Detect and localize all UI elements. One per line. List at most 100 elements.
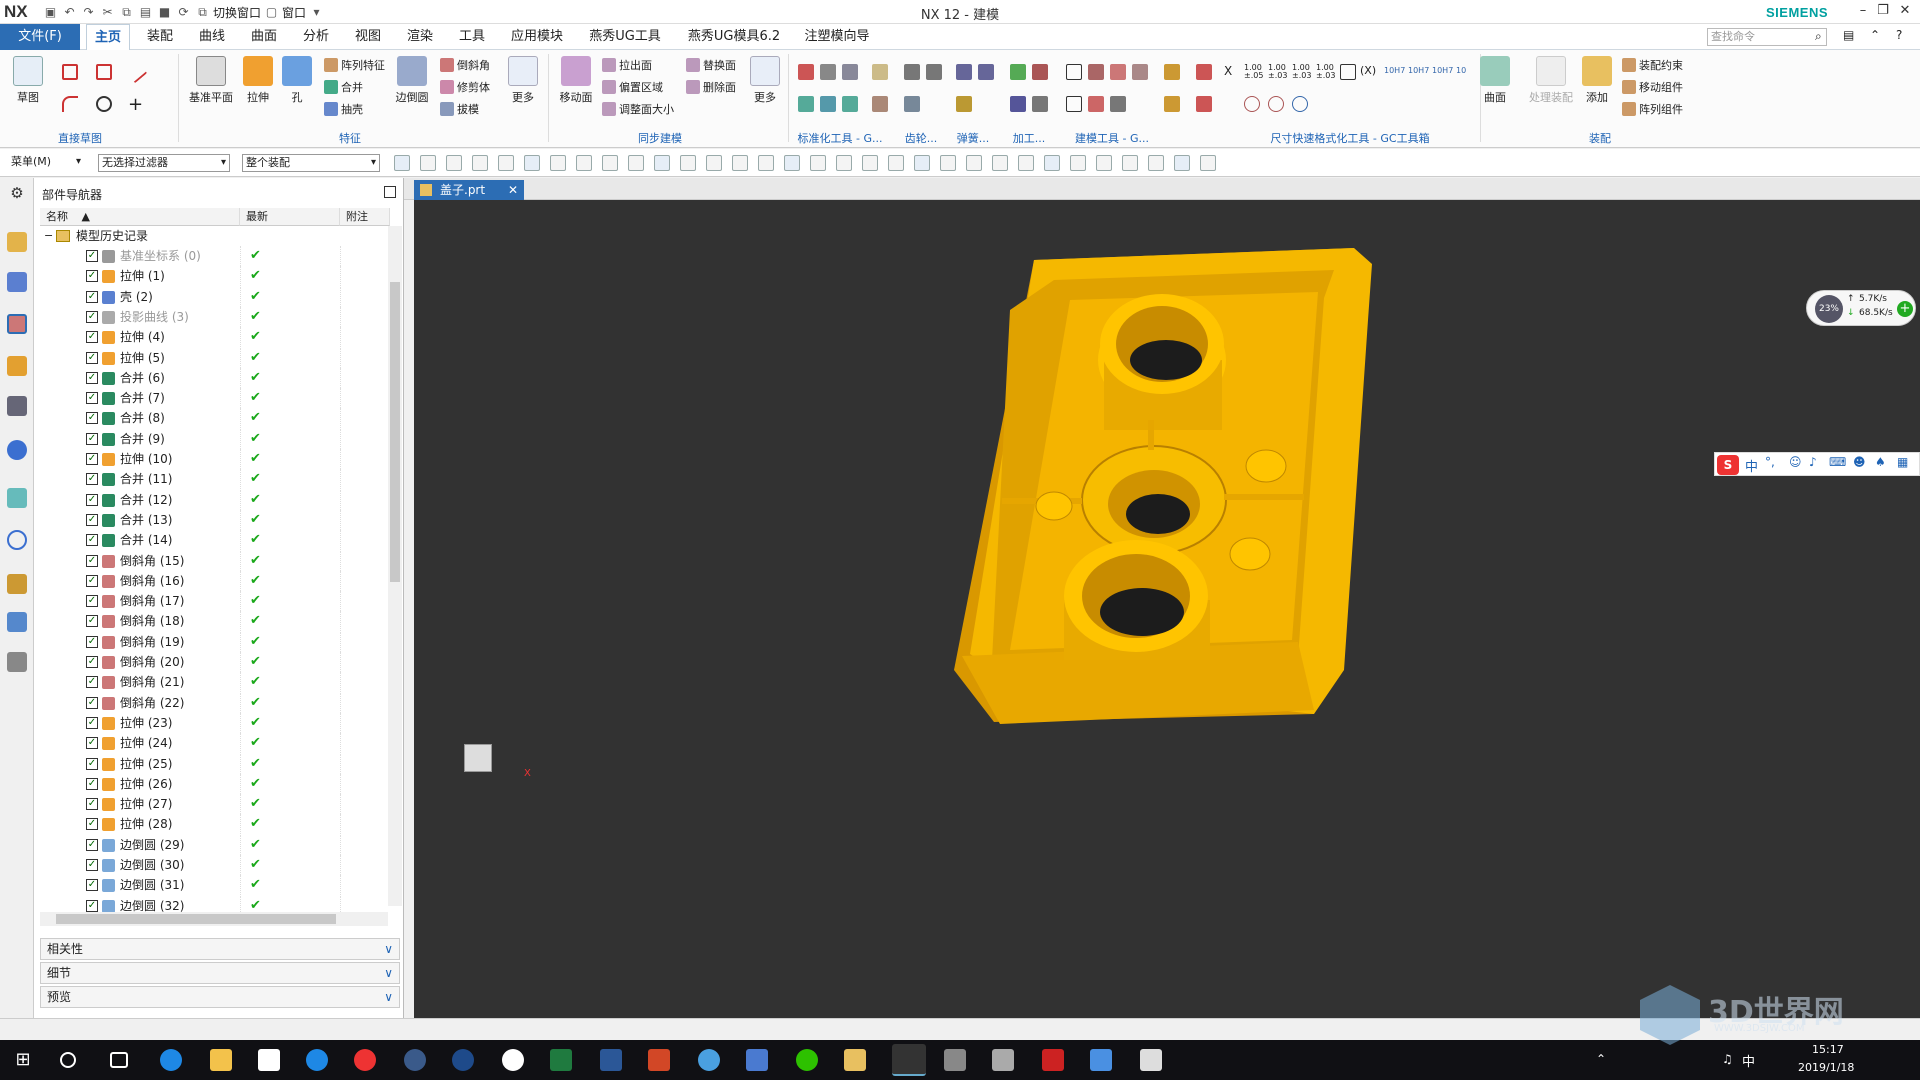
visibility-checkbox[interactable]: ✓ [86,331,98,344]
file-menu-button[interactable]: 文件(F) [0,24,80,50]
tree-row[interactable]: ✓ 投影曲线 (3) ✔ [40,306,396,327]
layer-icon[interactable] [1096,155,1112,171]
assembly-navigator-icon[interactable] [7,232,27,252]
visibility-checkbox[interactable]: ✓ [86,554,98,567]
visibility-checkbox[interactable]: ✓ [86,777,98,790]
fit-tolerance-button[interactable]: 10H7 [1384,66,1405,75]
std-tool-icon[interactable] [842,64,858,80]
assy-icon[interactable] [1174,155,1190,171]
sketch-button[interactable]: 草图 [8,56,48,105]
rotate-icon[interactable] [1018,155,1034,171]
app-icon[interactable] [992,1049,1014,1071]
modeling-tool-icon[interactable] [1088,64,1104,80]
fit-tolerance-button[interactable]: 10H7 [1432,66,1453,75]
document-tab[interactable]: 盖子.prt ✕ [414,180,524,200]
shaded-edges-icon[interactable] [602,155,618,171]
grid-icon[interactable] [966,155,982,171]
snap-curve-icon[interactable] [732,155,748,171]
visibility-checkbox[interactable]: ✓ [86,310,98,323]
edge-blend-button[interactable]: 边倒圆 [392,56,432,105]
app-icon[interactable] [452,1049,474,1071]
collapse-icon[interactable]: − [44,226,53,246]
tree-row[interactable]: ✓ 拉伸 (4) ✔ [40,327,396,348]
system-materials-icon[interactable] [7,574,27,594]
dim-box-icon[interactable] [1340,64,1356,80]
tab-yanxiu-ug-mold[interactable]: 燕秀UG模具6.2 [680,24,788,50]
tree-row[interactable]: ✓ 合并 (14) ✔ [40,530,396,551]
tree-row[interactable]: ✓ 边倒圆 (31) ✔ [40,875,396,896]
visibility-checkbox[interactable]: ✓ [86,737,98,750]
help-icon[interactable]: ? [1896,28,1902,42]
volume-icon[interactable]: ♫ [1722,1052,1733,1066]
visibility-checkbox[interactable]: ✓ [86,818,98,831]
dim-tool-icon[interactable] [1268,96,1284,112]
selection-filter-dropdown[interactable]: 无选择过滤器 [98,154,230,172]
settings-gear-icon[interactable]: ⚙ [7,184,27,204]
process-studio-icon[interactable] [7,612,27,632]
tree-row[interactable]: ✓ 边倒圆 (30) ✔ [40,855,396,875]
process-assembly-button[interactable]: 处理装配 [1526,56,1576,105]
shell-button[interactable]: 抽壳 [324,100,363,118]
plus-icon[interactable]: + [1897,301,1913,317]
tree-row[interactable]: ✓ 合并 (6) ✔ [40,367,396,388]
tree-row[interactable]: ✓ 拉伸 (23) ✔ [40,712,396,733]
tree-row[interactable]: ✓ 拉伸 (24) ✔ [40,733,396,754]
tolerance-button[interactable]: 1.00 ±.03 [1268,64,1288,80]
tree-row[interactable]: ✓ 合并 (7) ✔ [40,388,396,409]
arc-icon[interactable] [62,96,78,112]
visibility-checkbox[interactable]: ✓ [86,270,98,283]
tab-curve[interactable]: 曲线 [190,24,234,50]
tree-row[interactable]: ✓ 基准坐标系 (0) ✔ [40,246,396,266]
selection-scope-dropdown[interactable]: 整个装配 [242,154,380,172]
user-icon[interactable]: ☻ [1853,455,1866,469]
tree-row[interactable]: ✓ 倒斜角 (19) ✔ [40,631,396,652]
misc-tool-icon[interactable] [1164,96,1180,112]
panel-dependencies[interactable]: 相关性 ∨ [40,938,400,960]
more-features-button[interactable]: 更多 [506,56,540,105]
browser-icon[interactable] [306,1049,328,1071]
spring-tool-icon[interactable] [978,64,994,80]
visibility-checkbox[interactable]: ✓ [86,635,98,648]
tab-analysis[interactable]: 分析 [294,24,338,50]
machining-tool-icon[interactable] [1010,96,1026,112]
snap-line-icon[interactable] [680,155,696,171]
visibility-checkbox[interactable]: ✓ [86,250,98,262]
nx-taskbar-icon[interactable] [892,1044,926,1076]
excel-icon[interactable] [550,1049,572,1071]
visibility-checkbox[interactable]: ✓ [86,879,98,892]
visibility-checkbox[interactable]: ✓ [86,899,98,912]
feed-icon[interactable] [746,1049,768,1071]
wechat-icon[interactable] [796,1049,818,1071]
tree-root[interactable]: − 模型历史记录 [40,226,396,246]
extrude-button[interactable]: 拉伸 [240,56,276,105]
snap-quadrant-icon[interactable] [836,155,852,171]
tolerance-button[interactable]: 1.00 ±.03 [1292,64,1312,80]
snap-arc-icon[interactable] [706,155,722,171]
spring-tool-icon[interactable] [956,96,972,112]
visibility-checkbox[interactable]: ✓ [86,716,98,729]
tree-row[interactable]: ✓ 合并 (9) ✔ [40,428,396,449]
dim-paren-x-icon[interactable]: (X) [1360,64,1376,77]
tab-application[interactable]: 应用模块 [502,24,572,50]
column-name[interactable]: 名称 ▲ [40,208,240,226]
point-icon[interactable]: + [128,94,143,115]
tolerance-button[interactable]: 1.00 ±.03 [1316,64,1336,80]
pattern-feature-button[interactable]: 阵列特征 [324,56,385,74]
std-tool-icon[interactable] [872,64,888,80]
pattern-component-button[interactable]: 阵列组件 [1622,100,1683,118]
add-component-button[interactable]: 添加 [1582,56,1612,105]
tree-row[interactable]: ✓ 倒斜角 (21) ✔ [40,672,396,693]
close-icon[interactable]: ✕ [1894,3,1916,21]
std-tool-icon[interactable] [798,64,814,80]
pan-icon[interactable] [1044,155,1060,171]
misc-tool-icon[interactable] [1164,64,1180,80]
tree-row[interactable]: ✓ 合并 (13) ✔ [40,509,396,530]
tree-row[interactable]: ✓ 倒斜角 (15) ✔ [40,550,396,571]
tree-row[interactable]: ✓ 合并 (11) ✔ [40,469,396,490]
tree-row[interactable]: ✓ 拉伸 (25) ✔ [40,753,396,774]
tree-row[interactable]: ✓ 拉伸 (27) ✔ [40,794,396,815]
gear-tool-icon[interactable] [926,64,942,80]
constraint-navigator-icon[interactable] [7,272,27,292]
machining-tool-icon[interactable] [1032,64,1048,80]
ribbon-options-icon[interactable]: ▤ [1843,28,1854,42]
